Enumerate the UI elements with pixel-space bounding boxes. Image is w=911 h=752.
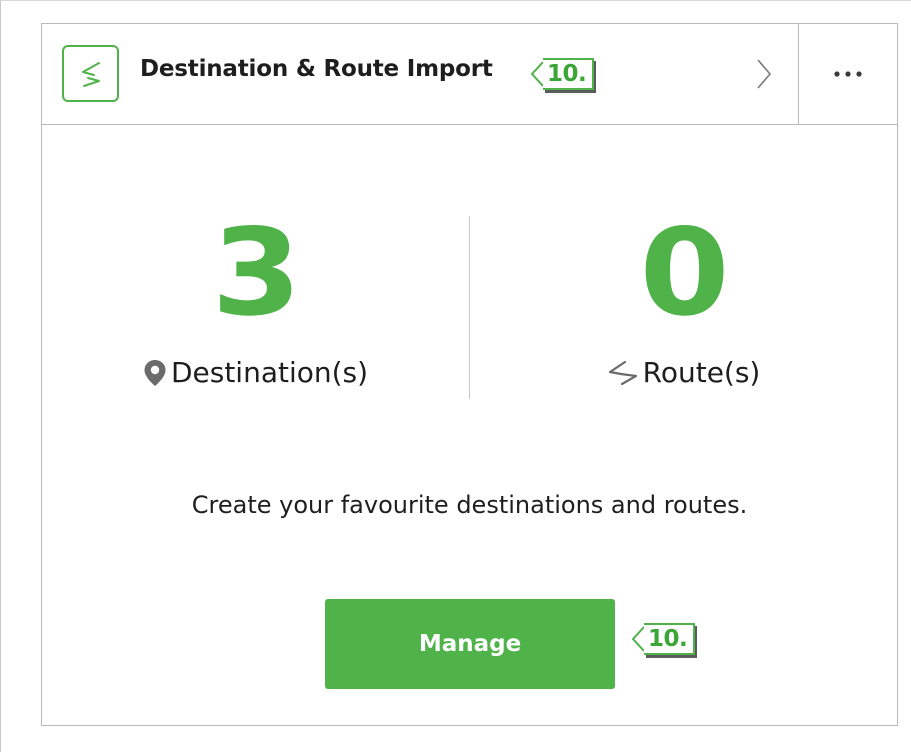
annotation-number: 10. [644,623,696,655]
routes-stat: 0 Route(s) [470,214,897,389]
destinations-stat: 3 Destination(s) [42,214,469,389]
destinations-count: 3 [211,204,301,343]
routes-count: 0 [639,204,729,343]
annotation-callout-manage: 10. [632,623,696,655]
annotation-callout-header: 10. [531,58,595,90]
routes-label-row: Route(s) [470,356,897,389]
screen: Destination & Route Import 10. 3 Destina… [0,0,911,752]
card-header: Destination & Route Import 10. [42,24,897,125]
card-title: Destination & Route Import [140,56,493,82]
destinations-label-row: Destination(s) [42,356,469,389]
destination-route-card: Destination & Route Import 10. 3 Destina… [41,23,898,726]
map-pin-icon [144,359,166,386]
annotation-number: 10. [543,58,595,90]
more-horizontal-icon [834,71,862,77]
card-description: Create your favourite destinations and r… [191,491,748,519]
callout-pointer-icon [632,626,644,652]
callout-pointer-icon [531,61,543,87]
route-icon [608,360,637,385]
routes-label: Route(s) [642,356,761,389]
route-import-icon [62,45,119,102]
manage-button[interactable]: Manage [325,599,615,689]
open-card-button[interactable] [749,54,779,94]
more-options-button[interactable] [799,24,897,124]
chevron-right-icon [757,59,772,89]
destinations-label: Destination(s) [170,356,369,389]
